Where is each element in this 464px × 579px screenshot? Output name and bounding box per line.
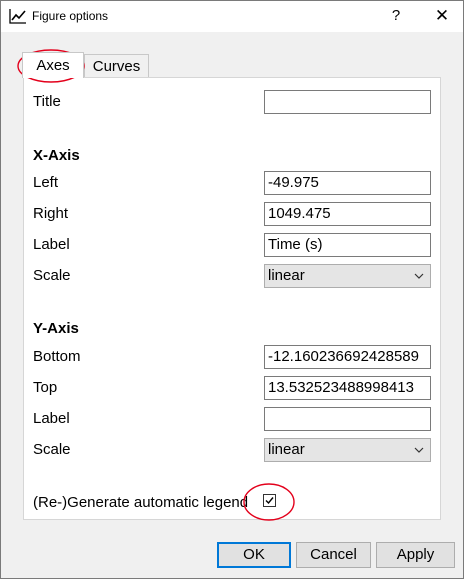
figure-options-dialog: Figure options ? ✕ Axes Curves Title X-A… <box>0 0 464 579</box>
x-right-field[interactable]: 1049.475 <box>264 202 431 226</box>
y-top-label: Top <box>33 379 58 396</box>
ok-button[interactable]: OK <box>217 542 291 568</box>
y-label-field[interactable] <box>264 407 431 431</box>
x-right-label: Right <box>33 205 69 222</box>
x-label-label: Label <box>33 236 70 253</box>
y-bottom-label: Bottom <box>33 348 81 365</box>
y-top-field[interactable]: 13.532523488998413 <box>264 376 431 400</box>
y-scale-select[interactable]: linear <box>264 438 431 462</box>
window-title: Figure options <box>32 9 109 23</box>
title-field[interactable] <box>264 90 431 114</box>
x-scale-select[interactable]: linear <box>264 264 431 288</box>
y-axis-heading: Y-Axis <box>33 320 79 337</box>
apply-button[interactable]: Apply <box>376 542 455 568</box>
chevron-down-icon <box>414 273 424 279</box>
x-left-label: Left <box>33 174 59 191</box>
cancel-button[interactable]: Cancel <box>296 542 371 568</box>
legend-checkbox[interactable] <box>263 494 276 507</box>
line-chart-icon <box>9 9 26 24</box>
checkmark-icon <box>265 497 274 505</box>
chevron-down-icon <box>414 447 424 453</box>
y-scale-label: Scale <box>33 441 71 458</box>
x-axis-heading: X-Axis <box>33 147 80 164</box>
y-label-label: Label <box>33 410 70 427</box>
tab-curves[interactable]: Curves <box>84 54 149 78</box>
title-bar: Figure options ? ✕ <box>1 1 463 32</box>
help-button[interactable]: ? <box>383 4 409 28</box>
close-button[interactable]: ✕ <box>429 4 455 28</box>
y-bottom-field[interactable]: -12.160236692428589 <box>264 345 431 369</box>
x-scale-label: Scale <box>33 267 71 284</box>
tab-axes[interactable]: Axes <box>22 52 84 78</box>
x-scale-value: linear <box>268 267 305 284</box>
x-label-field[interactable]: Time (s) <box>264 233 431 257</box>
title-label: Title <box>33 93 61 110</box>
y-scale-value: linear <box>268 441 305 458</box>
x-left-field[interactable]: -49.975 <box>264 171 431 195</box>
legend-label: (Re-)Generate automatic legend <box>33 494 249 511</box>
